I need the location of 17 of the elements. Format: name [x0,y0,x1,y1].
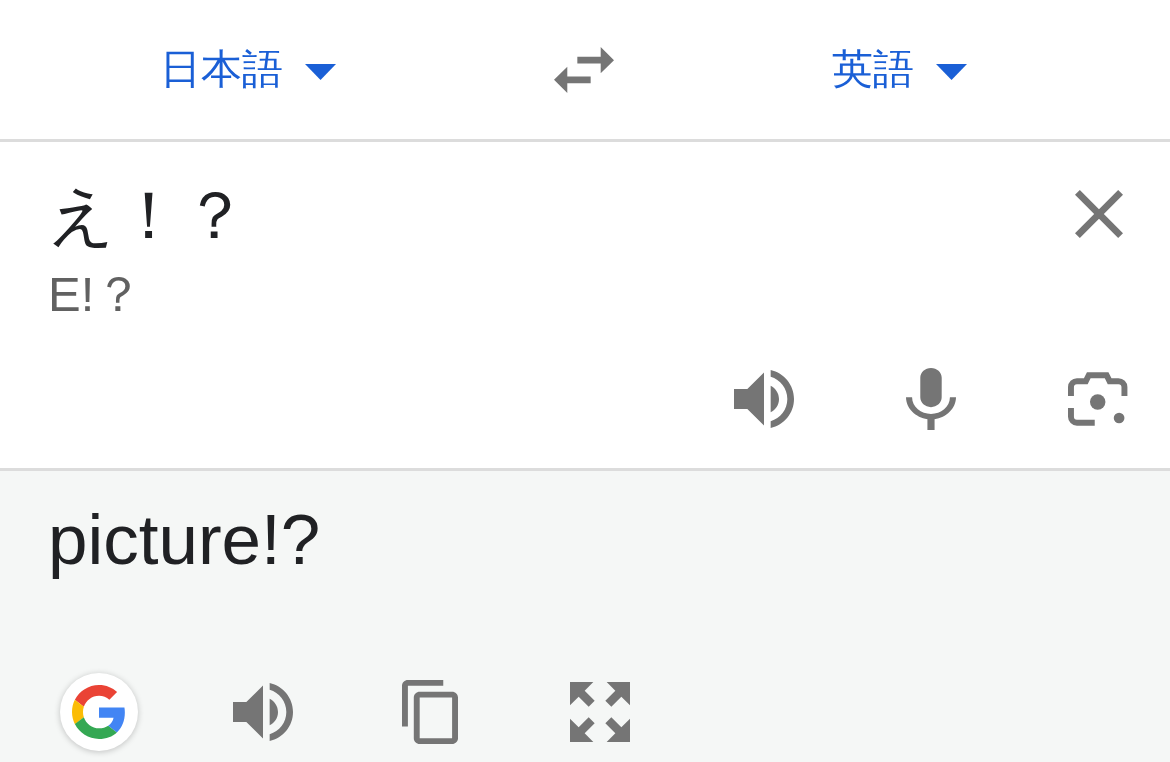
g-logo-icon [72,685,126,739]
language-selector[interactable]: 日本語 [160,44,336,95]
microphone-icon[interactable] [906,368,956,430]
close-icon[interactable] [1075,190,1123,238]
caret-icon [936,63,967,80]
romanization-text: E!？ [48,266,144,324]
speaker-icon[interactable] [233,683,293,741]
camera-icon[interactable] [1068,370,1128,428]
copy-icon[interactable] [402,680,458,744]
caret-icon [305,63,336,80]
translation-text: picture!? [48,499,321,581]
speaker-icon[interactable] [734,370,794,428]
language-selector[interactable]: 英語 [832,44,967,95]
expand-icon[interactable] [570,682,630,742]
swap-icon[interactable] [554,46,614,93]
logo-button[interactable] [60,673,138,751]
source-text: え！？ [48,176,248,256]
